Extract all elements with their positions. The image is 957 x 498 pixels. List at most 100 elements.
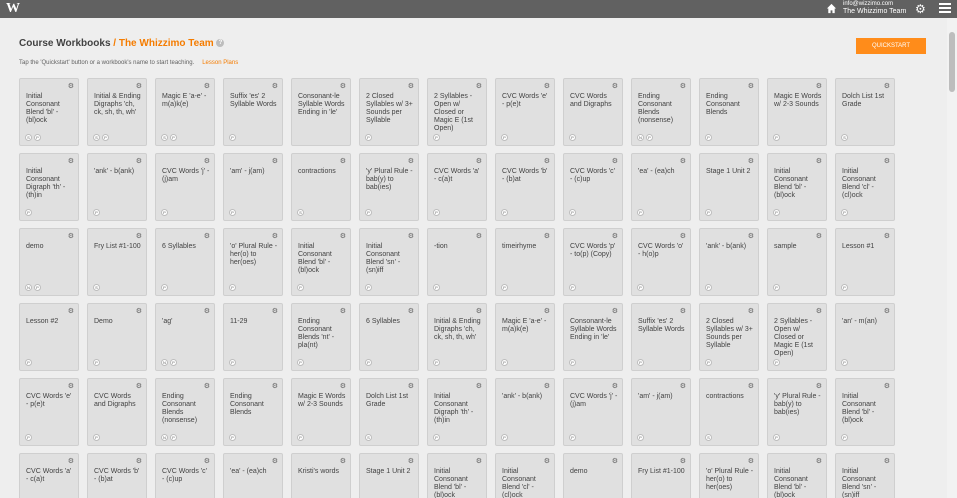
workbook-card[interactable]: ⚙ 6 Syllables P [359, 303, 419, 371]
workbook-badge[interactable]: P [637, 359, 644, 366]
workbook-title[interactable]: Stage 1 Unit 2 [366, 468, 414, 476]
workbook-badge[interactable]: P [93, 359, 100, 366]
workbook-title[interactable]: Dolch List 1st Grade [842, 93, 890, 109]
card-settings-gear-icon[interactable]: ⚙ [748, 457, 754, 465]
card-settings-gear-icon[interactable]: ⚙ [884, 232, 890, 240]
card-settings-gear-icon[interactable]: ⚙ [272, 307, 278, 315]
workbook-badge[interactable]: P [170, 359, 177, 366]
card-settings-gear-icon[interactable]: ⚙ [408, 82, 414, 90]
workbook-badge[interactable]: P [773, 359, 780, 366]
workbook-badge[interactable]: P [25, 209, 32, 216]
workbook-title[interactable]: CVC Words 'b' - (b)at [94, 468, 142, 484]
card-settings-gear-icon[interactable]: ⚙ [544, 82, 550, 90]
workbook-card[interactable]: ⚙ Lesson #2 P [19, 303, 79, 371]
workbook-title[interactable]: Ending Consonant Blends 'nt' - pla(nt) [298, 318, 346, 350]
workbook-title[interactable]: Consonant-le Syllable Words Ending in 'l… [570, 318, 618, 342]
workbook-card[interactable]: ⚙ 'an' - m(an) P [835, 303, 895, 371]
card-settings-gear-icon[interactable]: ⚙ [204, 232, 210, 240]
card-settings-gear-icon[interactable]: ⚙ [612, 232, 618, 240]
workbook-card[interactable]: ⚙CVC Words 'a' - c(a)tP [19, 453, 79, 498]
workbook-title[interactable]: Magic E 'a-e' - m(a)k(e) [162, 93, 210, 109]
workbook-badge[interactable]: S [161, 134, 168, 141]
workbook-title[interactable]: Ending Consonant Blends [706, 93, 754, 117]
workbook-title[interactable]: contractions [706, 393, 754, 401]
workbook-badge[interactable]: P [93, 209, 100, 216]
workbook-badge[interactable]: P [433, 434, 440, 441]
home-icon[interactable] [826, 3, 837, 14]
workbook-card[interactable]: ⚙CVC Words 'b' - (b)atP [87, 453, 147, 498]
workbook-card[interactable]: ⚙Initial Consonant Blend 'bl' - (bl)ockP [427, 453, 487, 498]
card-settings-gear-icon[interactable]: ⚙ [544, 307, 550, 315]
workbook-badge[interactable]: P [229, 209, 236, 216]
workbook-title[interactable]: Ending Consonant Blends [230, 393, 278, 417]
workbook-card[interactable]: ⚙ Dolch List 1st Grade S [359, 378, 419, 446]
workbook-card[interactable]: ⚙Initial Consonant Blend 'bl' - (bl)ockP [767, 153, 827, 221]
workbook-card[interactable]: ⚙ Fry List #1-100 S [87, 228, 147, 296]
card-settings-gear-icon[interactable]: ⚙ [272, 232, 278, 240]
workbook-title[interactable]: Fry List #1-100 [94, 243, 142, 251]
workbook-card[interactable]: ⚙ CVC Words 'j' - (j)am P [563, 378, 623, 446]
workbook-title[interactable]: 'ank' - b(ank) [94, 168, 142, 176]
workbook-title[interactable]: Initial Consonant Blend 'cl' - (cl)ock [842, 168, 890, 200]
workbook-badge[interactable]: P [773, 209, 780, 216]
card-settings-gear-icon[interactable]: ⚙ [816, 157, 822, 165]
workbook-badge[interactable]: P [433, 284, 440, 291]
scrollbar-thumb[interactable] [949, 32, 955, 92]
workbook-badge[interactable]: P [433, 359, 440, 366]
workbook-title[interactable]: CVC Words 'e' - p(e)t [26, 393, 74, 409]
card-settings-gear-icon[interactable]: ⚙ [816, 232, 822, 240]
workbook-badge[interactable]: P [646, 134, 653, 141]
card-settings-gear-icon[interactable]: ⚙ [884, 307, 890, 315]
card-settings-gear-icon[interactable]: ⚙ [680, 157, 686, 165]
workbook-badge[interactable]: P [229, 134, 236, 141]
card-settings-gear-icon[interactable]: ⚙ [136, 307, 142, 315]
workbook-badge[interactable]: N [161, 434, 168, 441]
workbook-card[interactable]: ⚙'ea' - (ea)chP [223, 453, 283, 498]
workbook-card[interactable]: ⚙ Suffix 'es' 2 Syllable Words P [223, 78, 283, 146]
card-settings-gear-icon[interactable]: ⚙ [136, 382, 142, 390]
card-settings-gear-icon[interactable]: ⚙ [408, 157, 414, 165]
workbook-card[interactable]: ⚙ 'ank' - b(ank) P [699, 228, 759, 296]
workbook-title[interactable]: 11-29 [230, 318, 278, 326]
card-settings-gear-icon[interactable]: ⚙ [816, 82, 822, 90]
workbook-title[interactable]: Suffix 'es' 2 Syllable Words [230, 93, 278, 109]
workbook-title[interactable]: Initial & Ending Digraphs 'ch, ck, sh, t… [434, 318, 482, 342]
workbook-title[interactable]: CVC Words 'a' - c(a)t [434, 168, 482, 184]
workbook-badge[interactable]: P [25, 359, 32, 366]
workbook-badge[interactable]: P [365, 284, 372, 291]
workbook-badge[interactable]: P [34, 134, 41, 141]
card-settings-gear-icon[interactable]: ⚙ [340, 307, 346, 315]
workbook-title[interactable]: Ending Consonant Blends (nonsense) [638, 93, 686, 125]
workbook-title[interactable]: Magic E Words w/ 2-3 Sounds [774, 93, 822, 109]
workbook-card[interactable]: ⚙ 2 Syllables - Open w/ Closed or Magic E… [767, 303, 827, 371]
workbook-card[interactable]: ⚙ Stage 1 Unit 2 P [699, 153, 759, 221]
workbook-card[interactable]: ⚙ Initial & Ending Digraphs 'ch, ck, sh, … [87, 78, 147, 146]
workbook-card[interactable]: ⚙ contractions S [699, 378, 759, 446]
card-settings-gear-icon[interactable]: ⚙ [68, 157, 74, 165]
workbook-card[interactable]: ⚙ demo N P [19, 228, 79, 296]
workbook-card[interactable]: ⚙ Magic E Words w/ 2-3 Sounds P [291, 378, 351, 446]
workbook-card[interactable]: ⚙ CVC Words 'o' - h(o)p P [631, 228, 691, 296]
workbook-card[interactable]: ⚙ 'y' Plural Rule - bab(y) to bab(ies) P [359, 153, 419, 221]
workbook-title[interactable]: CVC Words 'j' - (j)am [162, 168, 210, 184]
workbook-title[interactable]: 'o' Plural Rule - her(o) to her(oes) [706, 468, 754, 492]
workbook-badge[interactable]: P [773, 434, 780, 441]
workbook-title[interactable]: contractions [298, 168, 346, 176]
card-settings-gear-icon[interactable]: ⚙ [544, 157, 550, 165]
workbook-card[interactable]: ⚙ Ending Consonant Blends P [223, 378, 283, 446]
workbook-card[interactable]: ⚙Initial Consonant Blend 'bl' - (bl)ockP [835, 378, 895, 446]
workbook-title[interactable]: 2 Closed Syllables w/ 3+ Sounds per Syll… [706, 318, 754, 350]
card-settings-gear-icon[interactable]: ⚙ [884, 382, 890, 390]
workbook-badge[interactable]: P [501, 284, 508, 291]
workbook-title[interactable]: 2 Syllables - Open w/ Closed or Magic E … [774, 318, 822, 358]
workbook-title[interactable]: sample [774, 243, 822, 251]
workbook-card[interactable]: ⚙Initial Consonant Blend 'cl' - (cl)ockP [495, 453, 555, 498]
card-settings-gear-icon[interactable]: ⚙ [544, 232, 550, 240]
workbook-title[interactable]: Initial Consonant Blend 'sn' - (sn)iff [842, 468, 890, 498]
workbook-title[interactable]: 'ank' - b(ank) [502, 393, 550, 401]
workbook-title[interactable]: Initial Consonant Digraph 'th' - (th)in [434, 393, 482, 425]
workbook-badge[interactable]: N [161, 359, 168, 366]
card-settings-gear-icon[interactable]: ⚙ [612, 157, 618, 165]
workbook-card[interactable]: ⚙ 'ag' N P [155, 303, 215, 371]
card-settings-gear-icon[interactable]: ⚙ [204, 382, 210, 390]
